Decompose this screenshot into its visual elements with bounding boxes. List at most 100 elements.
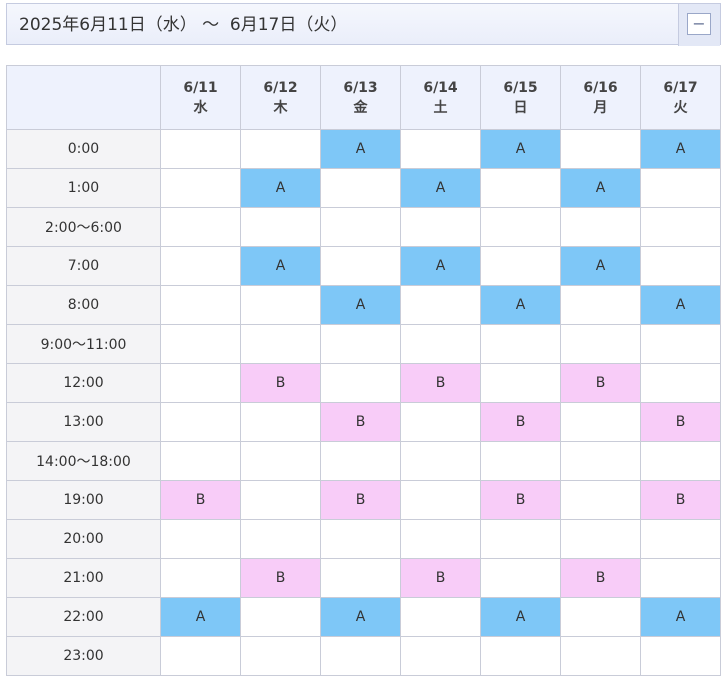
empty-cell bbox=[320, 519, 401, 559]
slot-cell-a[interactable]: A bbox=[320, 597, 401, 637]
empty-cell bbox=[400, 441, 481, 481]
empty-cell bbox=[160, 519, 241, 559]
time-label: 22:00 bbox=[6, 597, 161, 637]
time-label: 8:00 bbox=[6, 285, 161, 325]
slot-cell-b[interactable]: B bbox=[240, 363, 321, 403]
empty-cell bbox=[240, 285, 321, 325]
week-range-title: 2025年6月11日（水） ～ 6月17日（火） bbox=[19, 15, 348, 35]
slot-cell-a[interactable]: A bbox=[640, 285, 721, 325]
empty-cell bbox=[240, 636, 321, 676]
slot-cell-a[interactable]: A bbox=[560, 168, 641, 208]
empty-cell bbox=[160, 285, 241, 325]
empty-cell bbox=[320, 441, 401, 481]
empty-cell bbox=[400, 285, 481, 325]
slot-cell-b[interactable]: B bbox=[240, 558, 321, 598]
header-corner bbox=[6, 65, 161, 130]
empty-cell bbox=[400, 636, 481, 676]
empty-cell bbox=[320, 363, 401, 403]
empty-cell bbox=[480, 363, 561, 403]
day-date: 6/14 bbox=[423, 79, 458, 96]
empty-cell bbox=[400, 402, 481, 442]
slot-cell-a[interactable]: A bbox=[160, 597, 241, 637]
slot-cell-b[interactable]: B bbox=[160, 480, 241, 520]
day-header: 6/11 水 bbox=[160, 65, 241, 130]
empty-cell bbox=[400, 597, 481, 637]
slot-cell-a[interactable]: A bbox=[640, 129, 721, 169]
day-weekday: 日 bbox=[513, 99, 528, 116]
day-weekday: 月 bbox=[593, 99, 608, 116]
slot-cell-b[interactable]: B bbox=[560, 363, 641, 403]
empty-cell bbox=[480, 324, 561, 364]
slot-cell-b[interactable]: B bbox=[400, 558, 481, 598]
slot-cell-a[interactable]: A bbox=[320, 285, 401, 325]
empty-cell bbox=[480, 246, 561, 286]
empty-cell bbox=[560, 129, 641, 169]
slot-cell-a[interactable]: A bbox=[400, 246, 481, 286]
empty-cell bbox=[160, 324, 241, 364]
day-weekday: 水 bbox=[193, 99, 208, 116]
collapse-button[interactable]: − bbox=[678, 4, 720, 46]
empty-cell bbox=[160, 441, 241, 481]
slot-cell-a[interactable]: A bbox=[240, 246, 321, 286]
empty-cell bbox=[480, 207, 561, 247]
empty-cell bbox=[320, 558, 401, 598]
day-header: 6/17 火 bbox=[640, 65, 721, 130]
empty-cell bbox=[640, 441, 721, 481]
empty-cell bbox=[160, 363, 241, 403]
slot-cell-b[interactable]: B bbox=[640, 402, 721, 442]
empty-cell bbox=[240, 402, 321, 442]
time-row: 21:00 B B B bbox=[6, 558, 721, 598]
empty-cell bbox=[400, 519, 481, 559]
time-label: 7:00 bbox=[6, 246, 161, 286]
day-header: 6/13 金 bbox=[320, 65, 401, 130]
empty-cell bbox=[640, 324, 721, 364]
time-label: 9:00～11:00 bbox=[6, 324, 161, 364]
slot-cell-a[interactable]: A bbox=[400, 168, 481, 208]
slot-cell-b[interactable]: B bbox=[400, 363, 481, 403]
slot-cell-b[interactable]: B bbox=[640, 480, 721, 520]
empty-cell bbox=[480, 519, 561, 559]
slot-cell-b[interactable]: B bbox=[320, 480, 401, 520]
slot-cell-b[interactable]: B bbox=[480, 402, 561, 442]
day-weekday: 火 bbox=[673, 99, 688, 116]
time-row: 19:00 B B B B bbox=[6, 480, 721, 520]
day-date: 6/12 bbox=[263, 79, 298, 96]
empty-cell bbox=[160, 636, 241, 676]
slot-cell-b[interactable]: B bbox=[320, 402, 401, 442]
time-row: 13:00 B B B bbox=[6, 402, 721, 442]
time-label: 13:00 bbox=[6, 402, 161, 442]
empty-cell bbox=[240, 324, 321, 364]
time-row: 20:00 bbox=[6, 519, 721, 559]
time-row: 22:00 A A A A bbox=[6, 597, 721, 637]
week-range-header: 2025年6月11日（水） ～ 6月17日（火） − bbox=[6, 3, 721, 46]
time-row: 7:00 A A A bbox=[6, 246, 721, 286]
slot-cell-a[interactable]: A bbox=[640, 597, 721, 637]
time-label: 21:00 bbox=[6, 558, 161, 598]
day-date: 6/17 bbox=[663, 79, 698, 96]
slot-cell-a[interactable]: A bbox=[320, 129, 401, 169]
slot-cell-a[interactable]: A bbox=[560, 246, 641, 286]
empty-cell bbox=[160, 246, 241, 286]
slot-cell-a[interactable]: A bbox=[480, 597, 561, 637]
day-weekday: 木 bbox=[273, 99, 288, 116]
empty-cell bbox=[640, 207, 721, 247]
time-label: 23:00 bbox=[6, 636, 161, 676]
empty-cell bbox=[160, 558, 241, 598]
empty-cell bbox=[320, 207, 401, 247]
schedule-body: 0:00 A A A 1:00 A A A 2:00～6:00 7:00 A A A 8:00 A A A 9:0… bbox=[6, 129, 721, 676]
empty-cell bbox=[160, 207, 241, 247]
day-date: 6/11 bbox=[183, 79, 218, 96]
slot-cell-b[interactable]: B bbox=[480, 480, 561, 520]
slot-cell-a[interactable]: A bbox=[240, 168, 321, 208]
time-row: 2:00～6:00 bbox=[6, 207, 721, 247]
slot-cell-b[interactable]: B bbox=[560, 558, 641, 598]
empty-cell bbox=[640, 246, 721, 286]
time-row: 14:00～18:00 bbox=[6, 441, 721, 481]
empty-cell bbox=[240, 441, 321, 481]
slot-cell-a[interactable]: A bbox=[480, 285, 561, 325]
time-label: 0:00 bbox=[6, 129, 161, 169]
empty-cell bbox=[160, 129, 241, 169]
time-label: 1:00 bbox=[6, 168, 161, 208]
slot-cell-a[interactable]: A bbox=[480, 129, 561, 169]
empty-cell bbox=[240, 597, 321, 637]
